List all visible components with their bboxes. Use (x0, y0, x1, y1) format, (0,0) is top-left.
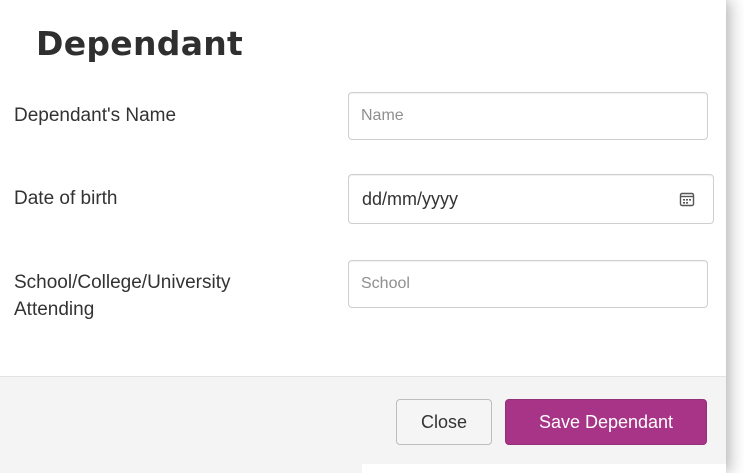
modal-bottom-edge (362, 464, 726, 473)
modal-header: Dependant (0, 0, 726, 86)
dependant-name-input[interactable] (348, 92, 708, 140)
dependant-modal: Dependant Dependant's Name Date of birth… (0, 0, 726, 473)
calendar-icon[interactable] (679, 191, 695, 207)
school-input[interactable] (348, 260, 708, 308)
screen: Dependant Dependant's Name Date of birth… (0, 0, 744, 473)
dependant-name-label: Dependant's Name (14, 105, 177, 126)
date-of-birth-label: Date of birth (14, 188, 118, 209)
modal-footer: Close Save Dependant (0, 377, 726, 473)
date-format-text: dd/mm/yyyy (362, 189, 459, 209)
save-dependant-button[interactable]: Save Dependant (505, 399, 707, 445)
school-label: School/College/University Attending (14, 272, 231, 320)
date-of-birth-input[interactable]: dd/mm/yyyy (348, 174, 714, 224)
close-button[interactable]: Close (396, 399, 492, 445)
modal-title: Dependant (36, 24, 244, 63)
